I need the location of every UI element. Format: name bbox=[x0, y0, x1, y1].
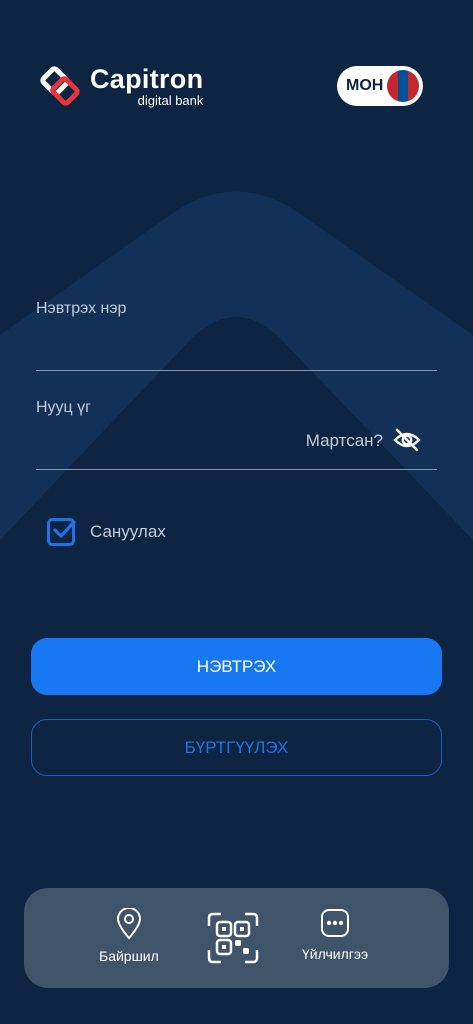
nav-services[interactable]: Үйлчилгээ bbox=[302, 908, 368, 962]
mongolia-flag-icon bbox=[387, 70, 419, 102]
header: Capitron digital bank МОН bbox=[0, 0, 473, 130]
bottom-nav: Байршил Үйлчилгээ bbox=[24, 888, 449, 988]
remember-checkbox[interactable] bbox=[47, 518, 76, 546]
language-label: МОН bbox=[346, 77, 384, 94]
map-pin-icon bbox=[116, 908, 141, 940]
username-underline bbox=[36, 370, 437, 371]
capitron-logo-icon bbox=[40, 66, 80, 106]
password-label: Нууц үг bbox=[36, 399, 91, 416]
language-toggle-button[interactable]: МОН bbox=[337, 66, 423, 106]
nav-location-label: Байршил bbox=[99, 948, 159, 964]
brand-name: Capitron bbox=[90, 63, 204, 94]
password-field: Нууц үг Мартсан? bbox=[36, 399, 437, 471]
remember-me[interactable]: Сануулах bbox=[47, 518, 166, 546]
nav-services-label: Үйлчилгээ bbox=[302, 946, 369, 962]
checkmark-icon bbox=[53, 520, 76, 538]
login-button[interactable]: НЭВТРЭХ bbox=[31, 638, 442, 695]
more-dots-icon bbox=[321, 909, 350, 937]
eye-slash-icon[interactable] bbox=[393, 428, 421, 452]
password-input[interactable] bbox=[36, 433, 296, 463]
brand-logo: Capitron digital bank bbox=[38, 64, 203, 108]
background-chevron bbox=[0, 191, 473, 540]
username-input[interactable] bbox=[36, 336, 296, 366]
register-button[interactable]: БҮРТГҮҮЛЭХ bbox=[31, 719, 442, 776]
forgot-password-link[interactable]: Мартсан? bbox=[306, 431, 383, 451]
qr-scan-icon[interactable] bbox=[207, 912, 259, 964]
username-label: Нэвтрэх нэр bbox=[36, 300, 127, 317]
nav-location[interactable]: Байршил bbox=[99, 908, 159, 964]
username-field: Нэвтрэх нэр bbox=[36, 300, 437, 372]
password-underline bbox=[36, 469, 437, 470]
brand-tagline: digital bank bbox=[137, 92, 204, 108]
remember-label: Сануулах bbox=[90, 522, 166, 541]
